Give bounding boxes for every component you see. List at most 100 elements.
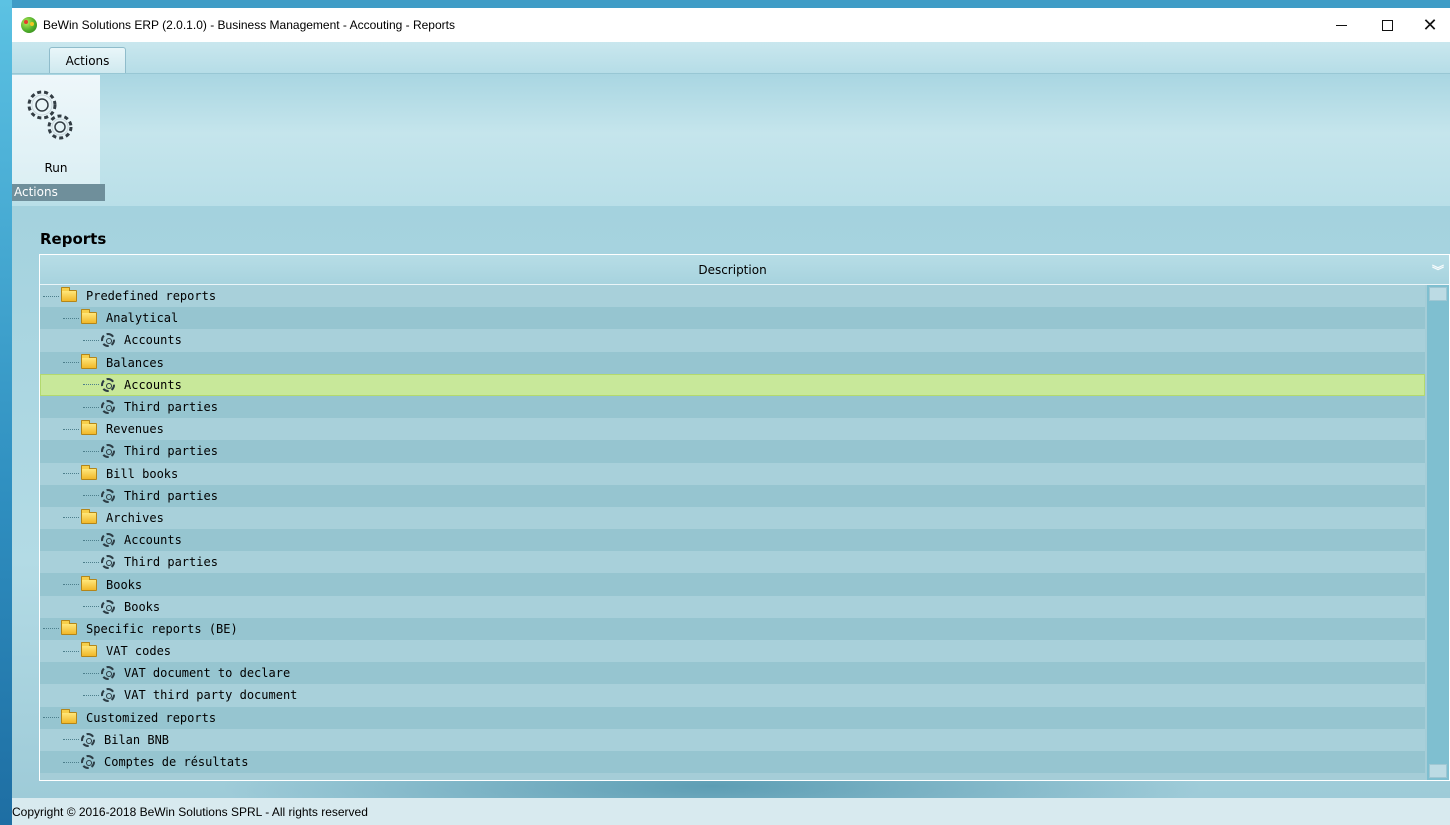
- tree-item-label: VAT third party document: [124, 688, 298, 703]
- maximize-icon: [1381, 19, 1393, 31]
- column-chooser-button[interactable]: ︾: [1427, 255, 1449, 285]
- tree-folder-row[interactable]: Archives: [40, 506, 1425, 530]
- desktop-edge: [0, 0, 12, 825]
- folder-icon: [61, 287, 77, 303]
- scroll-up-button[interactable]: [1429, 287, 1447, 301]
- tree-connector: [83, 694, 99, 696]
- folder-icon: [81, 309, 97, 325]
- tree-folder-row[interactable]: Revenues: [40, 418, 1425, 441]
- tree-item-label: Third parties: [124, 400, 218, 415]
- tree-rows: Predefined reports Analytical Accounts Bala…: [40, 285, 1425, 775]
- scroll-down-button[interactable]: [1429, 764, 1447, 778]
- tree-report-row[interactable]: Third parties: [40, 551, 1425, 574]
- window-controls: ✕: [1318, 8, 1450, 42]
- tree-report-row[interactable]: Accounts: [40, 329, 1425, 352]
- tree-connector: [63, 761, 79, 763]
- folder-icon: [81, 420, 97, 436]
- maximize-button[interactable]: [1364, 8, 1410, 42]
- report-gear-icon: [101, 666, 115, 681]
- ribbon-tab-row: Actions: [12, 42, 1450, 73]
- app-logo-icon: [21, 17, 37, 33]
- tree-connector: [63, 362, 79, 364]
- tree-item-label: Accounts: [124, 533, 182, 548]
- main-content: Reports Description ︾ Predefined reports…: [12, 206, 1450, 798]
- folder-icon: [81, 642, 97, 658]
- ribbon: Run Actions: [12, 73, 1450, 206]
- tree-connector: [83, 339, 99, 341]
- minimize-button[interactable]: [1318, 8, 1364, 42]
- tree-connector: [63, 584, 79, 586]
- tree-folder-row[interactable]: Bill books: [40, 462, 1425, 485]
- report-gear-icon: [81, 755, 95, 770]
- tree-report-row[interactable]: Comptes de résultats: [40, 750, 1425, 774]
- tree-connector: [83, 450, 99, 452]
- tree-connector: [83, 495, 99, 497]
- tree-report-row[interactable]: Third parties: [40, 484, 1425, 507]
- folder-icon: [81, 464, 97, 480]
- column-header-description[interactable]: Description: [40, 255, 1425, 285]
- report-gear-icon: [101, 400, 115, 415]
- tree-connector: [63, 317, 79, 319]
- tree-item-label: Books: [124, 599, 161, 614]
- report-gear-icon: [101, 533, 115, 548]
- tree-report-row[interactable]: VAT third party document: [40, 684, 1425, 707]
- tree-connector: [83, 406, 99, 408]
- tree-folder-row[interactable]: Specific reports (BE): [40, 617, 1425, 640]
- gears-icon: [27, 90, 73, 140]
- tree-folder-row[interactable]: Analytical: [40, 307, 1425, 330]
- tree-item-label: Customized reports: [86, 710, 217, 725]
- tree-folder-row[interactable]: Predefined reports: [40, 285, 1425, 308]
- tree-report-row[interactable]: Books: [40, 595, 1425, 618]
- tree-report-row[interactable]: Bilan BNB: [40, 728, 1425, 751]
- tree-connector: [83, 606, 99, 608]
- tree-item-label: Balances: [106, 355, 164, 370]
- tree-connector: [83, 539, 99, 541]
- report-gear-icon: [101, 599, 115, 614]
- tree-item-label: Revenues: [106, 422, 164, 437]
- tree-report-row[interactable]: Accounts: [40, 529, 1425, 552]
- status-bar: Copyright © 2016-2018 BeWin Solutions SP…: [12, 798, 1450, 825]
- tree-connector: [63, 473, 79, 475]
- tree-connector: [83, 672, 99, 674]
- report-gear-icon: [101, 377, 115, 392]
- folder-icon: [61, 619, 77, 635]
- tree-item-label: Archives: [106, 510, 164, 525]
- report-gear-icon: [81, 732, 95, 747]
- tree-folder-row[interactable]: Books: [40, 573, 1425, 596]
- page-title: Reports: [40, 230, 107, 248]
- tree-item-label: Comptes de résultats: [104, 755, 249, 770]
- report-gear-icon: [101, 555, 115, 570]
- tree-connector: [63, 428, 79, 430]
- tree-item-label: VAT codes: [106, 644, 172, 659]
- tree-report-row[interactable]: Accounts: [40, 373, 1425, 396]
- tree-connector: [63, 739, 79, 741]
- grid-header: Description ︾: [40, 255, 1449, 285]
- reports-tree-grid: Description ︾ Predefined reports Analytic…: [39, 254, 1450, 781]
- close-icon: ✕: [1422, 14, 1438, 36]
- copyright-text: Copyright © 2016-2018 BeWin Solutions SP…: [12, 804, 368, 819]
- ribbon-group-label: Actions: [12, 184, 105, 201]
- tree-item-label: Specific reports (BE): [86, 621, 238, 636]
- tree-connector: [63, 517, 79, 519]
- tree-report-row[interactable]: Third parties: [40, 440, 1425, 463]
- app-window: BeWin Solutions ERP (2.0.1.0) - Business…: [12, 8, 1450, 825]
- tree-folder-row[interactable]: Balances: [40, 351, 1425, 374]
- ribbon-group-actions: Run Actions: [12, 75, 105, 201]
- report-gear-icon: [101, 333, 115, 348]
- tree-report-row[interactable]: VAT document to declare: [40, 662, 1425, 685]
- tree-folder-row[interactable]: Customized reports: [40, 706, 1425, 729]
- tree-item-label: Predefined reports: [86, 289, 217, 304]
- window-title: BeWin Solutions ERP (2.0.1.0) - Business…: [43, 18, 455, 32]
- title-bar[interactable]: BeWin Solutions ERP (2.0.1.0) - Business…: [12, 8, 1450, 42]
- tree-item-label: Accounts: [124, 377, 182, 392]
- vertical-scrollbar[interactable]: [1427, 285, 1449, 780]
- tree-report-row[interactable]: Third parties: [40, 395, 1425, 419]
- report-gear-icon: [101, 444, 115, 459]
- tab-actions[interactable]: Actions: [49, 47, 126, 73]
- close-button[interactable]: ✕: [1410, 8, 1450, 42]
- tree-connector: [63, 650, 79, 652]
- tree-folder-row[interactable]: VAT codes: [40, 640, 1425, 663]
- double-chevron-down-icon: ︾: [1431, 263, 1444, 278]
- report-gear-icon: [101, 688, 115, 703]
- run-button[interactable]: Run: [12, 75, 100, 181]
